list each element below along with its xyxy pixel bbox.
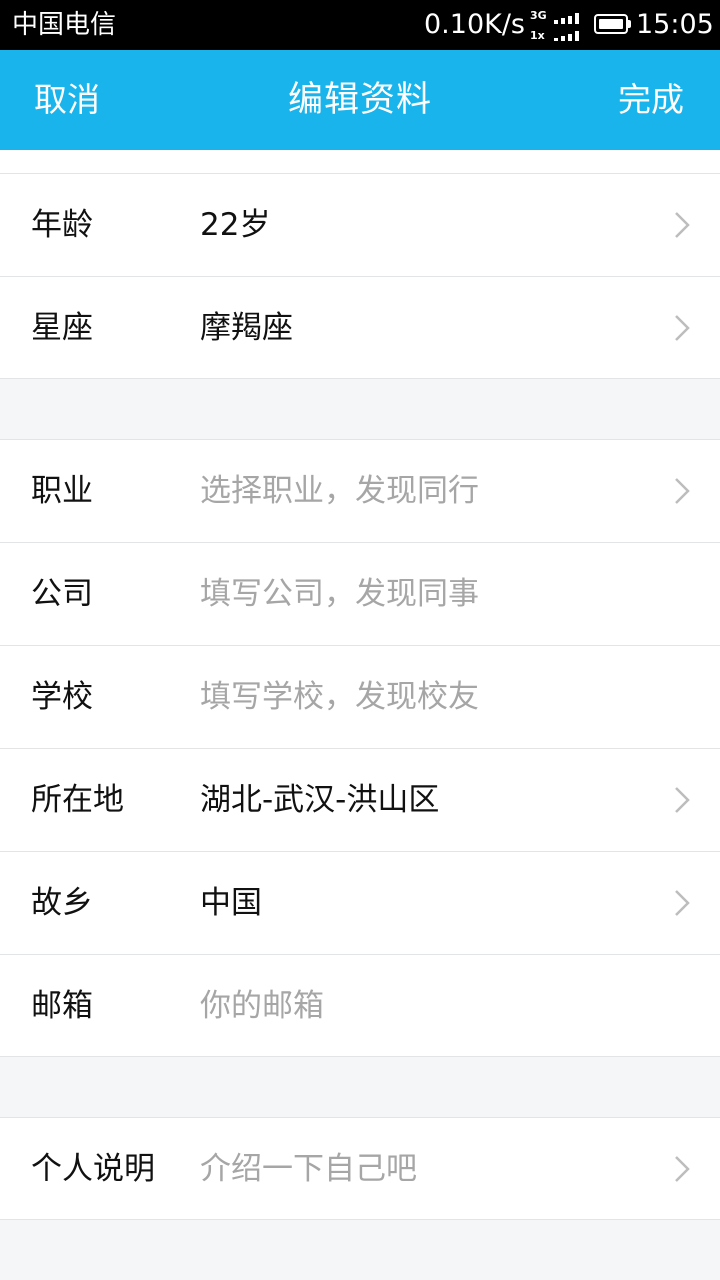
chevron-right-icon — [675, 1156, 690, 1182]
row-location[interactable]: 所在地 湖北-武汉-洪山区 — [0, 749, 720, 851]
row-email[interactable]: 邮箱 你的邮箱 — [0, 955, 720, 1057]
divider — [0, 1219, 720, 1220]
network-speed: 0.10K/s — [424, 9, 525, 40]
battery-icon — [594, 14, 628, 34]
network-type-1x: 1x — [530, 29, 545, 42]
status-bar: 中国电信 0.10K/s 3G 1x 15:05 — [0, 0, 720, 50]
clock: 15:05 — [636, 9, 714, 40]
row-label: 所在地 — [31, 782, 124, 818]
row-label: 个人说明 — [31, 1151, 155, 1187]
row-value: 湖北-武汉-洪山区 — [200, 782, 440, 818]
company-input[interactable]: 填写公司，发现同事 — [200, 573, 479, 615]
row-label: 学校 — [31, 679, 93, 715]
page-title: 编辑资料 — [287, 80, 432, 120]
row-school[interactable]: 学校 填写学校，发现校友 — [0, 646, 720, 748]
row-occupation[interactable]: 职业 选择职业，发现同行 — [0, 440, 720, 542]
carrier-name: 中国电信 — [12, 10, 117, 40]
chevron-right-icon — [675, 787, 690, 813]
network-type-3g: 3G — [530, 9, 547, 22]
row-value: 中国 — [200, 885, 262, 921]
chevron-right-icon — [675, 890, 690, 916]
row-label: 公司 — [31, 576, 93, 612]
chevron-right-icon — [675, 478, 690, 504]
row-label: 故乡 — [31, 885, 93, 921]
chevron-right-icon — [675, 315, 690, 341]
row-label: 邮箱 — [31, 988, 93, 1024]
row-age[interactable]: 年龄 22岁 — [0, 174, 720, 276]
row-hometown[interactable]: 故乡 中国 — [0, 852, 720, 954]
divider — [0, 378, 720, 379]
divider — [0, 1056, 720, 1057]
row-zodiac[interactable]: 星座 摩羯座 — [0, 277, 720, 379]
done-button[interactable]: 完成 — [618, 80, 684, 120]
signal-icon: 3G 1x — [528, 6, 586, 44]
scrolled-section-remnant — [0, 150, 720, 173]
email-input[interactable]: 你的邮箱 — [200, 985, 324, 1027]
chevron-right-icon — [675, 212, 690, 238]
school-input[interactable]: 填写学校，发现校友 — [200, 676, 479, 718]
row-value: 摩羯座 — [200, 310, 293, 346]
row-value: 22岁 — [200, 207, 271, 243]
row-value: 选择职业，发现同行 — [200, 473, 479, 509]
row-label: 年龄 — [31, 207, 93, 243]
header-bar: 取消 编辑资料 完成 — [0, 50, 720, 150]
row-value: 介绍一下自己吧 — [200, 1151, 417, 1187]
row-label: 星座 — [31, 310, 93, 346]
row-label: 职业 — [31, 473, 93, 509]
row-bio[interactable]: 个人说明 介绍一下自己吧 — [0, 1118, 720, 1220]
battery-tip — [628, 20, 631, 28]
row-company[interactable]: 公司 填写公司，发现同事 — [0, 543, 720, 645]
